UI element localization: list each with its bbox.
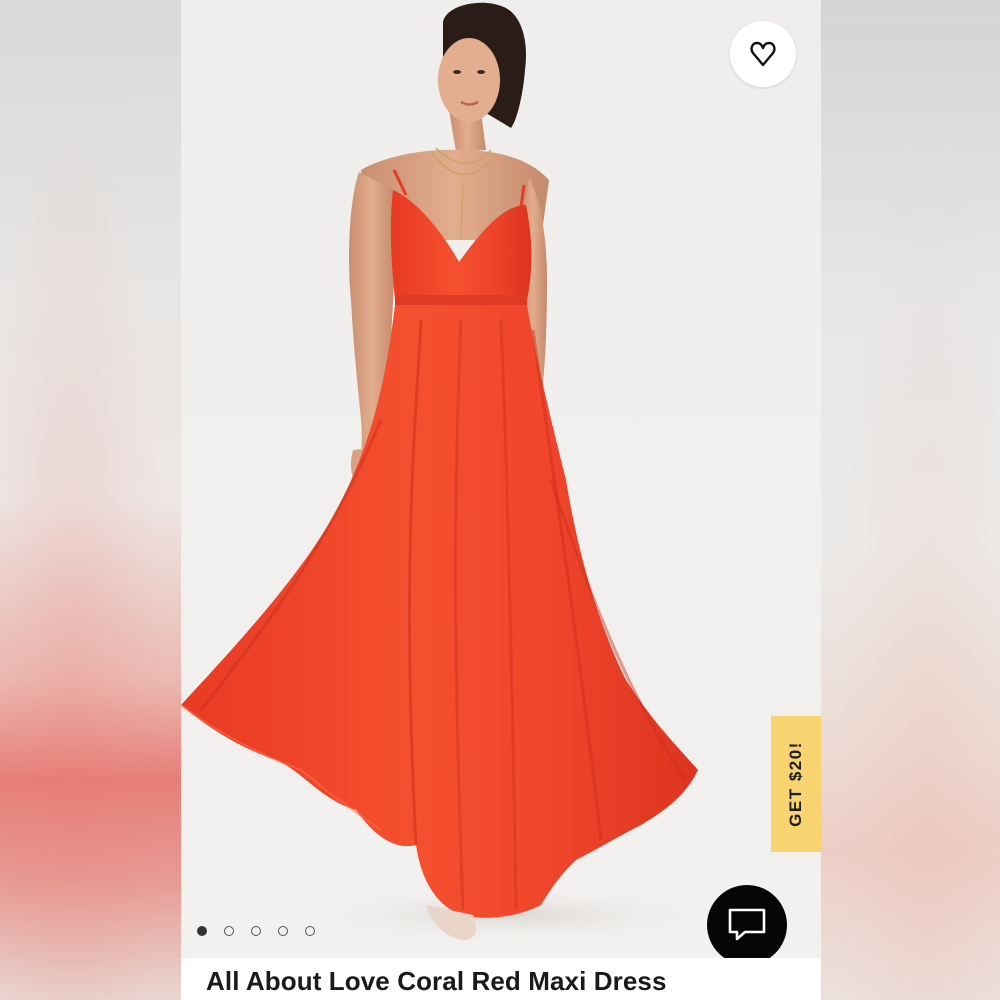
blurred-background-right <box>821 0 1000 1000</box>
blurred-background-left <box>0 0 181 1000</box>
chat-bubble-icon <box>728 908 766 941</box>
get-discount-tab[interactable]: GET $20! <box>771 716 821 852</box>
carousel-indicators <box>197 924 315 938</box>
favorite-button[interactable] <box>730 21 796 87</box>
chat-button[interactable] <box>707 885 787 965</box>
carousel-dot[interactable] <box>278 926 288 936</box>
promo-label: GET $20! <box>786 741 806 827</box>
carousel-dot[interactable] <box>197 926 207 936</box>
product-image-panel[interactable] <box>181 0 821 1000</box>
carousel-dot[interactable] <box>251 926 261 936</box>
heart-icon <box>750 41 776 67</box>
product-title: All About Love Coral Red Maxi Dress <box>206 966 667 996</box>
carousel-dot[interactable] <box>305 926 315 936</box>
product-title-bar: All About Love Coral Red Maxi Dress <box>181 958 821 1000</box>
product-photo <box>181 2 721 943</box>
carousel-dot[interactable] <box>224 926 234 936</box>
viewport: GET $20! All About Love Coral Red Maxi D… <box>0 0 1000 1000</box>
